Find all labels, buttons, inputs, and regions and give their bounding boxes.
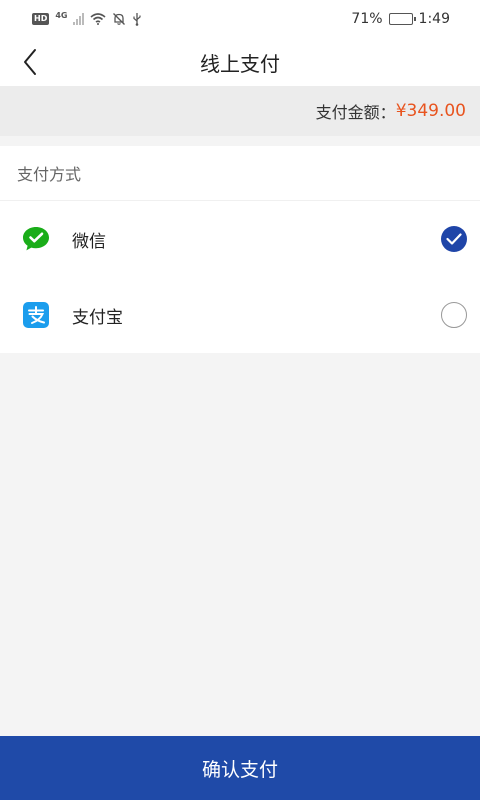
payment-option-label: 支付宝 [72,307,123,328]
amount-value: ¥349.00 [395,101,466,121]
amount-bar: 支付金额： ¥349.00 [0,86,480,136]
battery-icon [388,13,416,25]
clock: 1:49 [418,11,450,27]
radio-unchecked[interactable] [441,302,467,328]
status-left: HD 4G [32,10,142,26]
chevron-left-icon [24,49,36,75]
status-bar: HD 4G 71% 1:49 [0,0,480,38]
alipay-icon [22,301,50,329]
payment-method-panel: 支付方式 微信 支付宝 [0,146,480,353]
payment-option-wechat[interactable]: 微信 [0,201,480,277]
usb-icon [133,13,142,26]
payment-option-label: 微信 [72,231,106,252]
bell-muted-icon [113,13,126,25]
amount-label: 支付金额： [315,103,396,122]
wifi-icon [90,13,107,25]
radio-checked[interactable] [441,226,467,252]
back-button[interactable] [12,44,48,80]
page-title: 线上支付 [200,51,280,76]
network-type: 4G [55,10,68,20]
section-title: 支付方式 [0,146,480,201]
battery-percent: 71% [351,11,383,27]
check-icon [446,233,462,245]
status-right: 71% 1:49 [351,11,450,27]
confirm-payment-button[interactable]: 确认支付 [0,736,480,800]
hd-badge: HD [32,13,50,25]
payment-option-alipay[interactable]: 支付宝 [0,277,480,353]
nav-bar: 线上支付 [0,38,480,86]
wechat-icon [22,225,50,253]
signal-icon [73,13,85,25]
